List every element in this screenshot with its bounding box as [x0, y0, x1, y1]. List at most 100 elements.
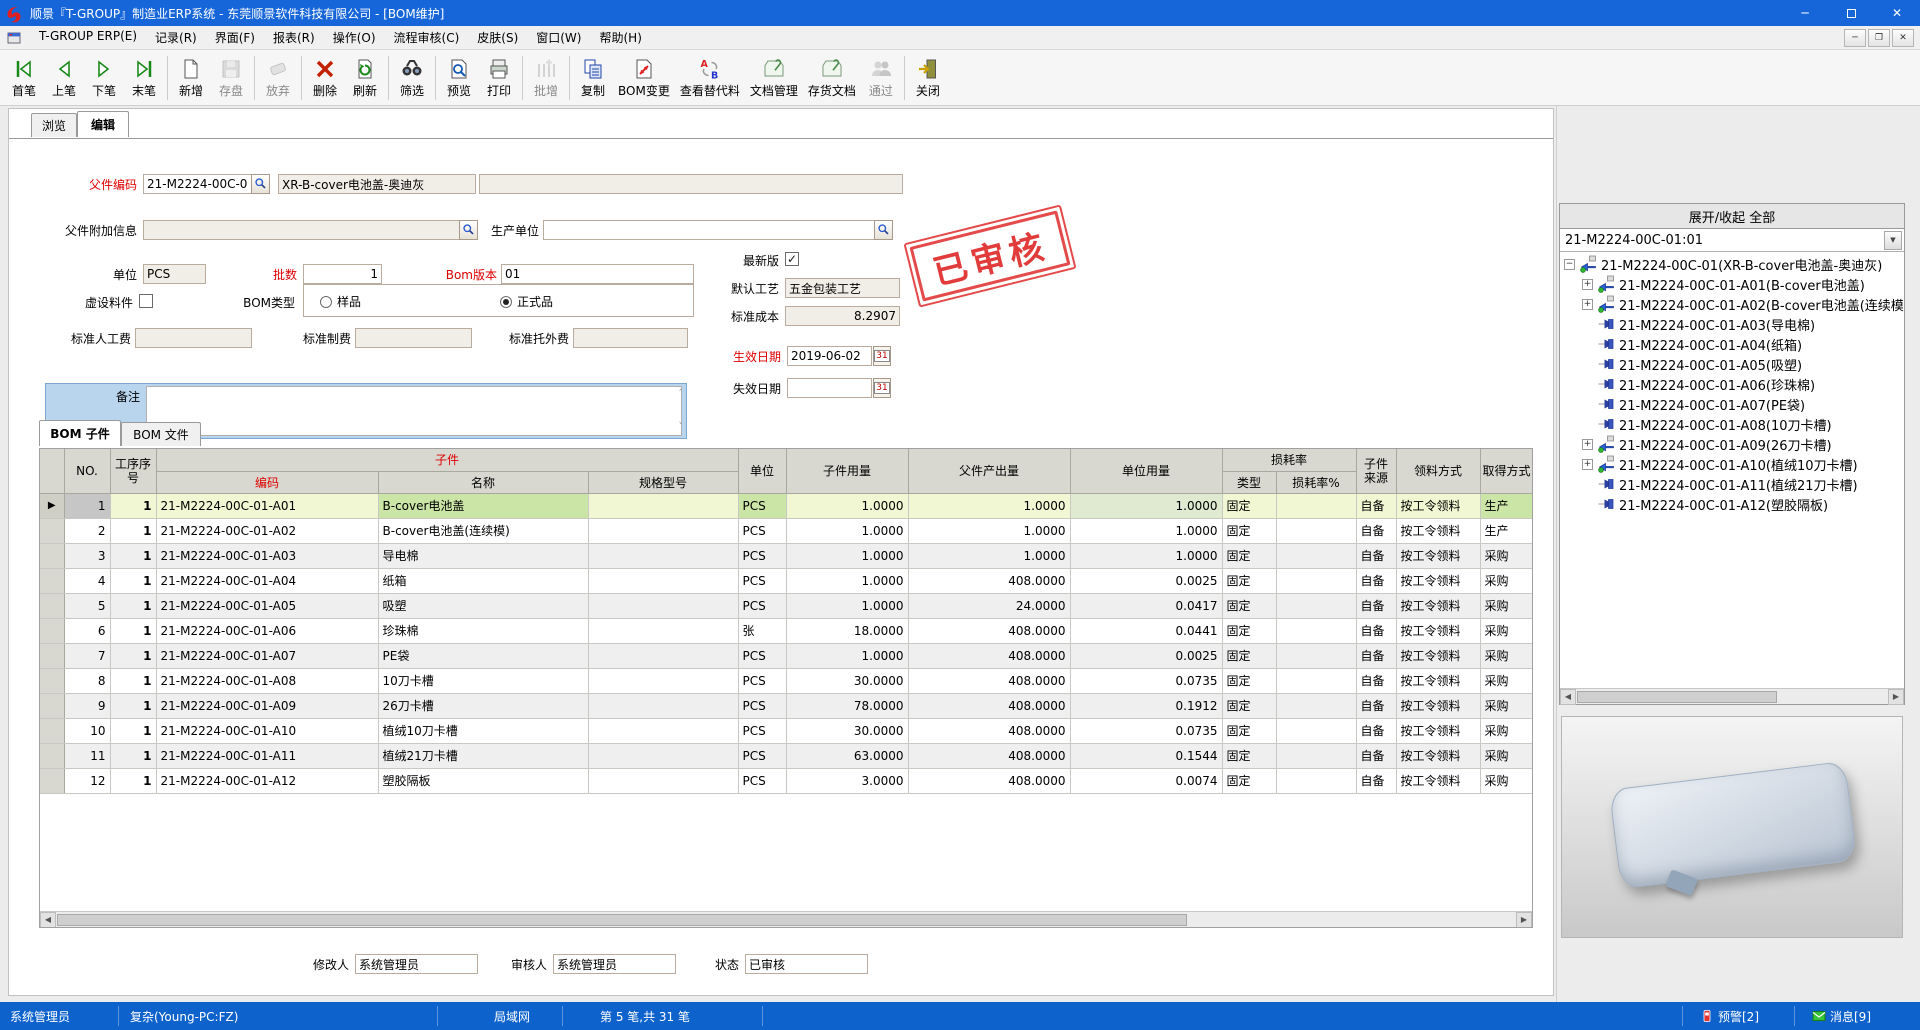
tree-horizontal-scrollbar[interactable]: ◀ ▶	[1560, 688, 1904, 704]
cell-c-lrate[interactable]	[1276, 543, 1356, 568]
cell-c-acq[interactable]: 采购	[1480, 593, 1533, 618]
cell-c-qty[interactable]: 1.0000	[786, 568, 908, 593]
latest-version-checkbox[interactable]: ✓	[785, 252, 799, 266]
parent-code-input[interactable]	[143, 174, 252, 194]
cell-c-lrate[interactable]	[1276, 718, 1356, 743]
cell-c-src[interactable]: 自备	[1356, 693, 1396, 718]
cell-c-acq[interactable]: 采购	[1480, 718, 1533, 743]
cell-c-src[interactable]: 自备	[1356, 593, 1396, 618]
header-unit[interactable]: 单位	[738, 449, 786, 493]
cell-ind[interactable]	[40, 743, 64, 768]
prod-unit-input[interactable]	[543, 220, 875, 240]
cell-c-pick[interactable]: 按工令领料	[1396, 768, 1480, 793]
toolbar-button-refresh[interactable]: 刷新	[345, 53, 385, 103]
effective-calendar-button[interactable]: 31	[873, 346, 891, 366]
cell-c-pout[interactable]: 408.0000	[908, 718, 1070, 743]
cell-c-no[interactable]: 11	[64, 743, 110, 768]
cell-c-seq[interactable]: 1	[110, 518, 156, 543]
effective-date-input[interactable]	[787, 346, 872, 366]
scrollbar-thumb[interactable]	[57, 914, 1187, 926]
cell-c-lrate[interactable]	[1276, 493, 1356, 518]
cell-c-seq[interactable]: 1	[110, 743, 156, 768]
scroll-right-icon[interactable]: ▶	[1516, 912, 1532, 928]
cell-c-code[interactable]: 21-M2224-00C-01-A03	[156, 543, 378, 568]
menu-item-0[interactable]: T-GROUP ERP(E)	[30, 29, 146, 43]
window-minimize-button[interactable]: ─	[1782, 0, 1828, 26]
virtual-part-checkbox[interactable]	[139, 294, 153, 308]
grid-horizontal-scrollbar[interactable]: ◀ ▶	[40, 911, 1532, 927]
window-close-button[interactable]: ✕	[1874, 0, 1920, 26]
cell-c-pick[interactable]: 按工令领料	[1396, 693, 1480, 718]
table-row[interactable]: 3121-M2224-00C-01-A03导电棉PCS1.00001.00001…	[40, 543, 1533, 568]
tree-item[interactable]: −21-M2224-00C-01(XR-B-cover电池盖-奥迪灰)	[1562, 254, 1904, 274]
cell-c-lrate[interactable]	[1276, 518, 1356, 543]
tree-item[interactable]: +21-M2224-00C-01-A01(B-cover电池盖)	[1562, 274, 1904, 294]
menu-item-2[interactable]: 界面(F)	[206, 29, 264, 46]
cell-c-qty[interactable]: 30.0000	[786, 668, 908, 693]
cell-ind[interactable]	[40, 668, 64, 693]
cell-c-pick[interactable]: 按工令领料	[1396, 618, 1480, 643]
cell-ind[interactable]	[40, 568, 64, 593]
cell-c-acq[interactable]: 采购	[1480, 693, 1533, 718]
tree-item[interactable]: 21-M2224-00C-01-A12(塑胶隔板)	[1562, 494, 1904, 514]
toolbar-button-new[interactable]: 新增	[171, 53, 211, 103]
cell-c-qty[interactable]: 1.0000	[786, 543, 908, 568]
scroll-down-icon[interactable]: ˅	[679, 423, 684, 432]
menu-item-4[interactable]: 操作(O)	[324, 29, 385, 46]
tree-item[interactable]: 21-M2224-00C-01-A08(10刀卡槽)	[1562, 414, 1904, 434]
cell-c-unit[interactable]: 张	[738, 618, 786, 643]
table-row[interactable]: 4121-M2224-00C-01-A04纸箱PCS1.0000408.0000…	[40, 568, 1533, 593]
toolbar-button-delete[interactable]: 删除	[305, 53, 345, 103]
tree-item[interactable]: 21-M2224-00C-01-A04(纸箱)	[1562, 334, 1904, 354]
cell-ind[interactable]	[40, 768, 64, 793]
cell-c-name[interactable]: 纸箱	[378, 568, 588, 593]
header-parent-out[interactable]: 父件产出量	[908, 449, 1070, 493]
tree-item[interactable]: +21-M2224-00C-01-A10(植绒10刀卡槽)	[1562, 454, 1904, 474]
cell-c-src[interactable]: 自备	[1356, 568, 1396, 593]
chevron-down-icon[interactable]: ▼	[1884, 231, 1902, 250]
cell-c-spec[interactable]	[588, 593, 738, 618]
cell-c-name[interactable]: 吸塑	[378, 593, 588, 618]
cell-c-name[interactable]: B-cover电池盖(连续模)	[378, 518, 588, 543]
scroll-left-icon[interactable]: ◀	[40, 912, 56, 928]
toolbar-button-nav-last[interactable]: 末笔	[124, 53, 164, 103]
cell-c-spec[interactable]	[588, 718, 738, 743]
cell-c-spec[interactable]	[588, 768, 738, 793]
cell-c-acq[interactable]: 采购	[1480, 643, 1533, 668]
expand-icon[interactable]: +	[1582, 299, 1593, 310]
cell-c-pout[interactable]: 408.0000	[908, 743, 1070, 768]
mdi-restore-button[interactable]: ❐	[1868, 29, 1890, 47]
bom-type-sample-radio[interactable]: 样品	[320, 293, 361, 310]
header-unit-qty[interactable]: 单位用量	[1070, 449, 1222, 493]
cell-c-pout[interactable]: 408.0000	[908, 693, 1070, 718]
toolbar-button-preview[interactable]: 预览	[439, 53, 479, 103]
cell-c-ltype[interactable]: 固定	[1222, 768, 1276, 793]
cell-c-spec[interactable]	[588, 743, 738, 768]
tree-item[interactable]: 21-M2224-00C-01-A03(导电棉)	[1562, 314, 1904, 334]
cell-ind[interactable]	[40, 593, 64, 618]
cell-c-ltype[interactable]: 固定	[1222, 643, 1276, 668]
cell-c-acq[interactable]: 采购	[1480, 618, 1533, 643]
expand-icon[interactable]: +	[1582, 279, 1593, 290]
cell-c-name[interactable]: 26刀卡槽	[378, 693, 588, 718]
cell-c-name[interactable]: 植绒10刀卡槽	[378, 718, 588, 743]
cell-c-qty[interactable]: 3.0000	[786, 768, 908, 793]
cell-c-unitqty[interactable]: 0.0025	[1070, 643, 1222, 668]
cell-c-no[interactable]: 2	[64, 518, 110, 543]
table-row[interactable]: 6121-M2224-00C-01-A06珍珠棉张18.0000408.0000…	[40, 618, 1533, 643]
menu-item-3[interactable]: 报表(R)	[264, 29, 324, 46]
cell-c-unitqty[interactable]: 0.0735	[1070, 718, 1222, 743]
cell-ind[interactable]	[40, 618, 64, 643]
cell-c-src[interactable]: 自备	[1356, 493, 1396, 518]
cell-c-name[interactable]: 植绒21刀卡槽	[378, 743, 588, 768]
toolbar-button-close-app[interactable]: 关闭	[908, 53, 948, 103]
expire-calendar-button[interactable]: 31	[873, 378, 891, 398]
cell-c-qty[interactable]: 78.0000	[786, 693, 908, 718]
expire-date-input[interactable]	[787, 378, 872, 398]
cell-c-spec[interactable]	[588, 568, 738, 593]
scrollbar-thumb[interactable]	[1577, 691, 1777, 703]
cell-c-ltype[interactable]: 固定	[1222, 618, 1276, 643]
cell-c-no[interactable]: 5	[64, 593, 110, 618]
cell-c-lrate[interactable]	[1276, 618, 1356, 643]
cell-c-pout[interactable]: 1.0000	[908, 493, 1070, 518]
